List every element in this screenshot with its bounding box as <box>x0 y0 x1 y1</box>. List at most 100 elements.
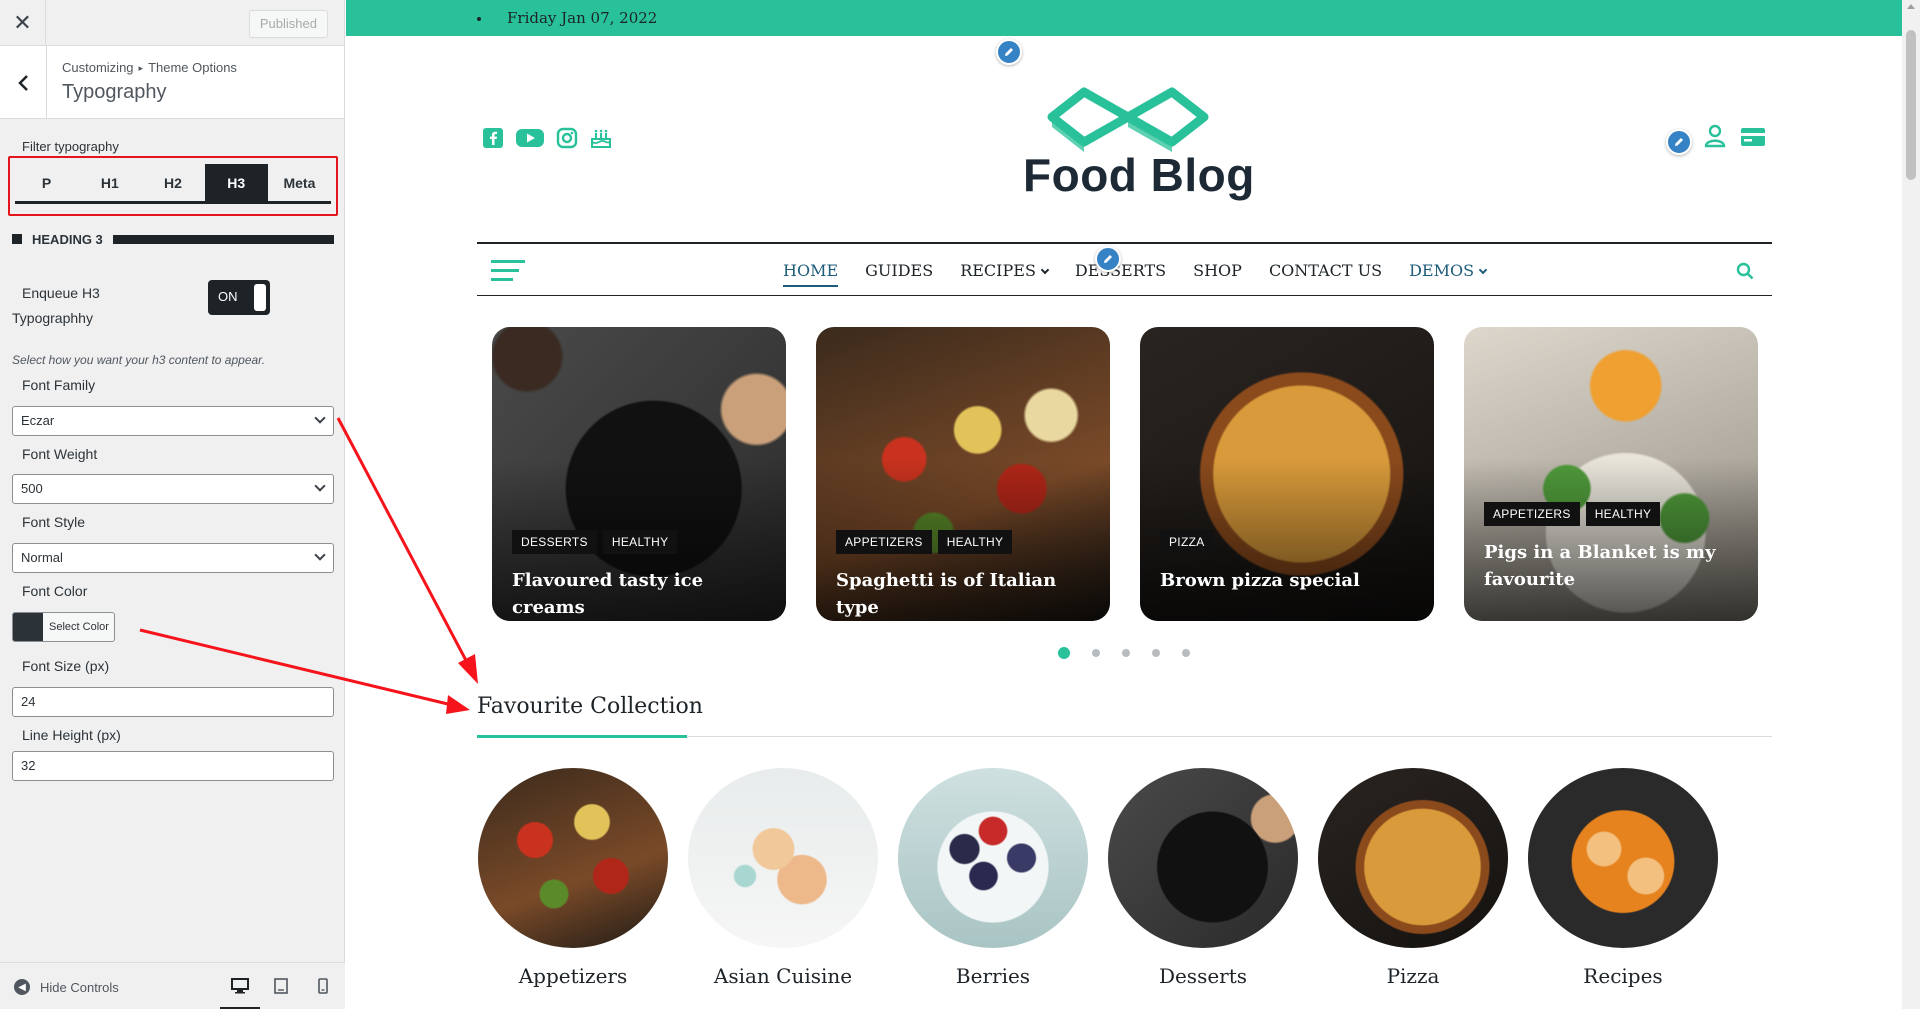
font-style-value: Normal <box>21 550 63 565</box>
breadcrumb-separator: ▸ <box>138 63 144 73</box>
bullet-icon <box>477 17 481 21</box>
toggle-label: ON <box>218 289 238 304</box>
slider-dot[interactable] <box>1058 647 1070 659</box>
category-item[interactable]: Pizza <box>1318 768 1508 988</box>
breadcrumb: Customizing ▸ Theme Options <box>62 60 237 75</box>
category-image <box>688 768 878 948</box>
filter-tab-meta[interactable]: Meta <box>268 164 331 201</box>
category-item[interactable]: Asian Cuisine <box>688 768 878 988</box>
chevron-down-icon <box>1478 265 1488 274</box>
credit-card-icon[interactable] <box>1740 127 1766 152</box>
slider-dot[interactable] <box>1152 649 1160 657</box>
social-icons <box>482 127 612 149</box>
nav-item-demos[interactable]: DEMOS <box>1409 261 1488 280</box>
category-name: Pizza <box>1386 964 1440 988</box>
font-style-label: Font Style <box>22 514 86 530</box>
close-icon[interactable]: ✕ <box>0 0 46 46</box>
nav-item-home[interactable]: HOME <box>783 261 839 287</box>
slider-card[interactable]: APPETIZERS HEALTHY Pigs in a Blanket is … <box>1464 327 1758 621</box>
card-tags: PIZZA <box>1160 530 1214 554</box>
category-name: Asian Cuisine <box>713 964 853 988</box>
nav-item-recipes[interactable]: RECIPES <box>960 261 1050 280</box>
edit-pencil-icon[interactable] <box>1095 246 1121 272</box>
tag-healthy[interactable]: HEALTHY <box>602 530 678 554</box>
nav-item-shop[interactable]: SHOP <box>1193 261 1242 280</box>
card-title[interactable]: Brown pizza special <box>1160 567 1416 594</box>
birthday-cake-icon[interactable] <box>590 127 612 149</box>
filter-tab-h1[interactable]: H1 <box>78 164 141 201</box>
instagram-icon[interactable] <box>556 127 578 149</box>
category-item[interactable]: Appetizers <box>478 768 668 988</box>
font-weight-select[interactable]: 500 <box>12 474 334 504</box>
featured-slider: DESSERTS HEALTHY Flavoured tasty ice cre… <box>492 327 1758 621</box>
facebook-icon[interactable] <box>482 127 504 149</box>
enqueue-toggle[interactable]: ON <box>208 280 270 315</box>
category-name: Berries <box>955 964 1031 988</box>
card-title[interactable]: Pigs in a Blanket is my favourite <box>1484 539 1740 593</box>
slider-card[interactable]: DESSERTS HEALTHY Flavoured tasty ice cre… <box>492 327 786 621</box>
edit-pencil-icon[interactable] <box>1666 129 1692 155</box>
font-style-select[interactable]: Normal <box>12 543 334 573</box>
tag-appetizers[interactable]: APPETIZERS <box>1484 502 1580 526</box>
scroll-up-icon[interactable] <box>1907 4 1915 9</box>
filter-tab-h2[interactable]: H2 <box>141 164 204 201</box>
card-tags: APPETIZERS HEALTHY <box>1484 502 1661 526</box>
category-name: Appetizers <box>518 964 628 988</box>
mobile-preview-icon[interactable] <box>311 975 335 997</box>
category-name: Recipes <box>1583 964 1663 988</box>
tag-healthy[interactable]: HEALTHY <box>937 530 1013 554</box>
panel-header: Customizing ▸ Theme Options Typography <box>0 46 344 119</box>
category-item[interactable]: Desserts <box>1108 768 1298 988</box>
slider-dot[interactable] <box>1092 649 1100 657</box>
logo-mark-icon[interactable] <box>1044 82 1212 157</box>
enqueue-label: Enqueue H3 Typographhy <box>12 285 100 326</box>
filter-highlight-box: P H1 H2 H3 Meta <box>8 156 338 216</box>
back-icon[interactable] <box>0 46 47 119</box>
font-size-input[interactable]: 24 <box>12 687 334 717</box>
category-image <box>1528 768 1718 948</box>
nav-item-guides[interactable]: GUIDES <box>865 261 933 280</box>
tag-pizza[interactable]: PIZZA <box>1160 530 1214 554</box>
font-size-label: Font Size (px) <box>22 658 110 674</box>
card-title[interactable]: Flavoured tasty ice creams <box>512 567 768 621</box>
nav-item-desserts[interactable]: DESSERTS <box>1075 261 1166 280</box>
category-image <box>1318 768 1508 948</box>
card-title[interactable]: Spaghetti is of Italian type <box>836 567 1092 621</box>
tag-desserts[interactable]: DESSERTS <box>512 530 597 554</box>
slider-card[interactable]: PIZZA Brown pizza special <box>1140 327 1434 621</box>
tablet-preview-icon[interactable] <box>269 975 293 997</box>
slider-dot[interactable] <box>1122 649 1130 657</box>
tag-healthy[interactable]: HEALTHY <box>1585 502 1661 526</box>
font-family-select[interactable]: Eczar <box>12 406 334 436</box>
filter-tab-h3[interactable]: H3 <box>204 164 268 201</box>
edit-pencil-icon[interactable] <box>996 39 1022 65</box>
page-scrollbar[interactable] <box>1902 0 1920 1009</box>
category-item[interactable]: Berries <box>898 768 1088 988</box>
hide-controls-label: Hide Controls <box>40 979 119 995</box>
category-item[interactable]: Recipes <box>1528 768 1718 988</box>
filter-tab-p[interactable]: P <box>15 164 78 201</box>
select-color-button[interactable]: Select Color <box>12 612 115 642</box>
category-list: Appetizers Asian Cuisine Berries Dessert… <box>478 768 1718 988</box>
youtube-icon[interactable] <box>516 127 544 149</box>
slider-card[interactable]: APPETIZERS HEALTHY Spaghetti is of Itali… <box>816 327 1110 621</box>
filter-typography-label: Filter typography <box>22 139 119 154</box>
hamburger-menu-icon[interactable] <box>491 260 525 287</box>
site-logo-text[interactable]: Food Blog <box>1023 148 1255 202</box>
breadcrumb-customizing: Customizing <box>62 60 134 75</box>
nav-item-contact-us[interactable]: CONTACT US <box>1269 261 1382 280</box>
breadcrumb-theme-options: Theme Options <box>148 60 237 75</box>
category-image <box>478 768 668 948</box>
section-heading: HEADING 3 <box>12 231 334 247</box>
desktop-preview-icon[interactable] <box>220 975 260 1009</box>
tag-appetizers[interactable]: APPETIZERS <box>836 530 932 554</box>
hide-controls-button[interactable]: ◀ Hide Controls <box>14 979 119 995</box>
section-heading-text: HEADING 3 <box>32 231 103 247</box>
panel-title: Typography <box>62 81 167 103</box>
scrollbar-thumb[interactable] <box>1906 30 1916 180</box>
user-icon[interactable] <box>1704 124 1726 153</box>
line-height-input[interactable]: 32 <box>12 751 334 781</box>
search-icon[interactable] <box>1736 262 1754 280</box>
slider-dot[interactable] <box>1182 649 1190 657</box>
published-button[interactable]: Published <box>248 10 328 38</box>
